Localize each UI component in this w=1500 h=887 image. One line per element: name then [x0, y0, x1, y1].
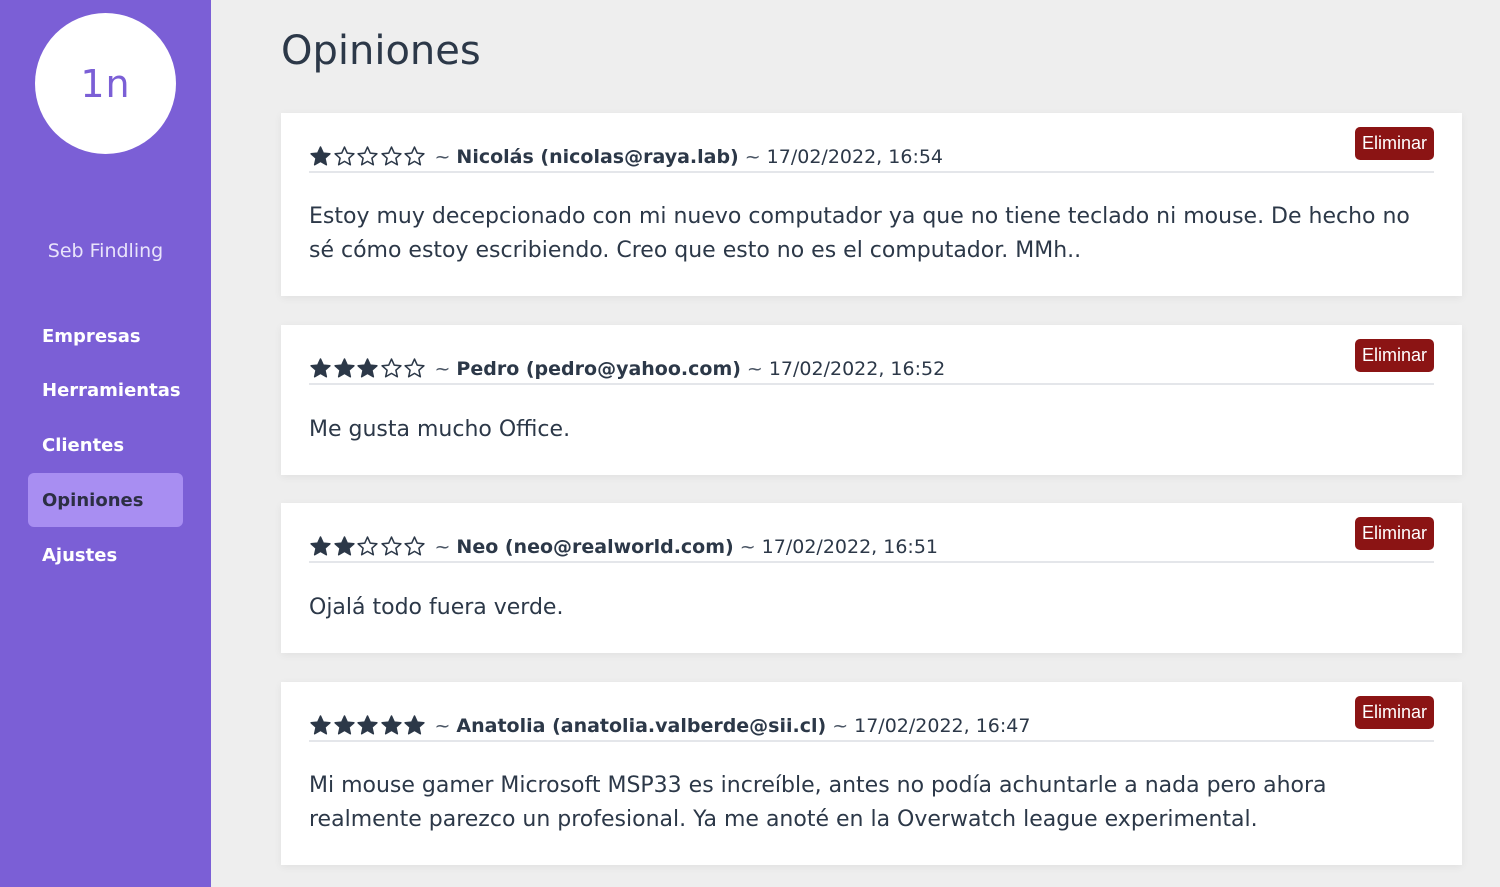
review-date: 17/02/2022, 16:54	[766, 146, 944, 168]
star-rating	[309, 714, 427, 737]
separator: ~	[434, 715, 451, 737]
sidebar: 1n Seb Findling Empresas Herramientas Cl…	[0, 0, 211, 887]
review-date: 17/02/2022, 16:47	[854, 715, 1031, 737]
separator: ~	[744, 146, 761, 168]
review-header: ~ Anatolia (anatolia.valberde@sii.cl) ~ …	[309, 708, 1434, 742]
star-empty-icon	[356, 145, 379, 168]
star-rating	[309, 535, 427, 558]
star-filled-icon	[333, 357, 356, 380]
logo[interactable]: 1n	[35, 13, 176, 154]
review-card: Eliminar ~ Anatolia (anatolia.valberde@s…	[281, 682, 1462, 865]
sidebar-item-ajustes[interactable]: Ajustes	[28, 528, 183, 582]
review-text: Estoy muy decepcionado con mi nuevo comp…	[309, 204, 1410, 263]
review-text: Ojalá todo fuera verde.	[309, 595, 564, 620]
star-filled-icon	[356, 714, 379, 737]
separator: ~	[434, 146, 451, 168]
star-filled-icon	[309, 535, 332, 558]
star-empty-icon	[403, 145, 426, 168]
separator: ~	[434, 358, 451, 380]
star-filled-icon	[380, 714, 403, 737]
review-text: Mi mouse gamer Microsoft MSP33 es increí…	[309, 773, 1327, 832]
star-rating	[309, 145, 427, 168]
star-filled-icon	[333, 535, 356, 558]
star-empty-icon	[403, 357, 426, 380]
star-filled-icon	[309, 714, 332, 737]
sidebar-item-opiniones[interactable]: Opiniones	[28, 473, 183, 528]
star-filled-icon	[309, 145, 332, 168]
sidebar-item-herramientas[interactable]: Herramientas	[28, 364, 183, 418]
sidebar-item-empresas[interactable]: Empresas	[28, 309, 183, 363]
review-date: 17/02/2022, 16:52	[768, 358, 946, 380]
separator: ~	[434, 536, 451, 558]
review-author: Pedro (pedro@yahoo.com)	[456, 358, 741, 380]
star-rating	[309, 357, 427, 380]
star-filled-icon	[333, 714, 356, 737]
review-author: Neo (neo@realworld.com)	[456, 536, 734, 558]
page-title: Opiniones	[281, 28, 481, 74]
review-header: ~ Neo (neo@realworld.com) ~ 17/02/2022, …	[309, 529, 1434, 563]
star-empty-icon	[403, 535, 426, 558]
star-empty-icon	[380, 357, 403, 380]
separator: ~	[739, 536, 756, 558]
review-card: Eliminar ~ Nicolás (nicolas@raya.lab) ~ …	[281, 113, 1462, 296]
star-empty-icon	[380, 145, 403, 168]
star-empty-icon	[356, 535, 379, 558]
review-date: 17/02/2022, 16:51	[761, 536, 938, 558]
review-card: Eliminar ~ Pedro (pedro@yahoo.com) ~ 17/…	[281, 325, 1462, 475]
review-header: ~ Pedro (pedro@yahoo.com) ~ 17/02/2022, …	[309, 351, 1434, 385]
separator: ~	[746, 358, 763, 380]
review-header: ~ Nicolás (nicolas@raya.lab) ~ 17/02/202…	[309, 139, 1434, 173]
review-author: Anatolia (anatolia.valberde@sii.cl)	[456, 715, 827, 737]
star-filled-icon	[356, 357, 379, 380]
star-empty-icon	[380, 535, 403, 558]
review-text: Me gusta mucho Office.	[309, 417, 571, 442]
star-filled-icon	[309, 357, 332, 380]
star-empty-icon	[333, 145, 356, 168]
star-filled-icon	[403, 714, 426, 737]
sidebar-item-clientes[interactable]: Clientes	[28, 419, 183, 473]
review-card: Eliminar ~ Neo (neo@realworld.com) ~ 17/…	[281, 503, 1462, 653]
username: Seb Findling	[47, 240, 164, 262]
separator: ~	[832, 715, 849, 737]
sidebar-nav: Empresas Herramientas Clientes Opiniones…	[28, 309, 183, 583]
review-author: Nicolás (nicolas@raya.lab)	[456, 146, 739, 168]
